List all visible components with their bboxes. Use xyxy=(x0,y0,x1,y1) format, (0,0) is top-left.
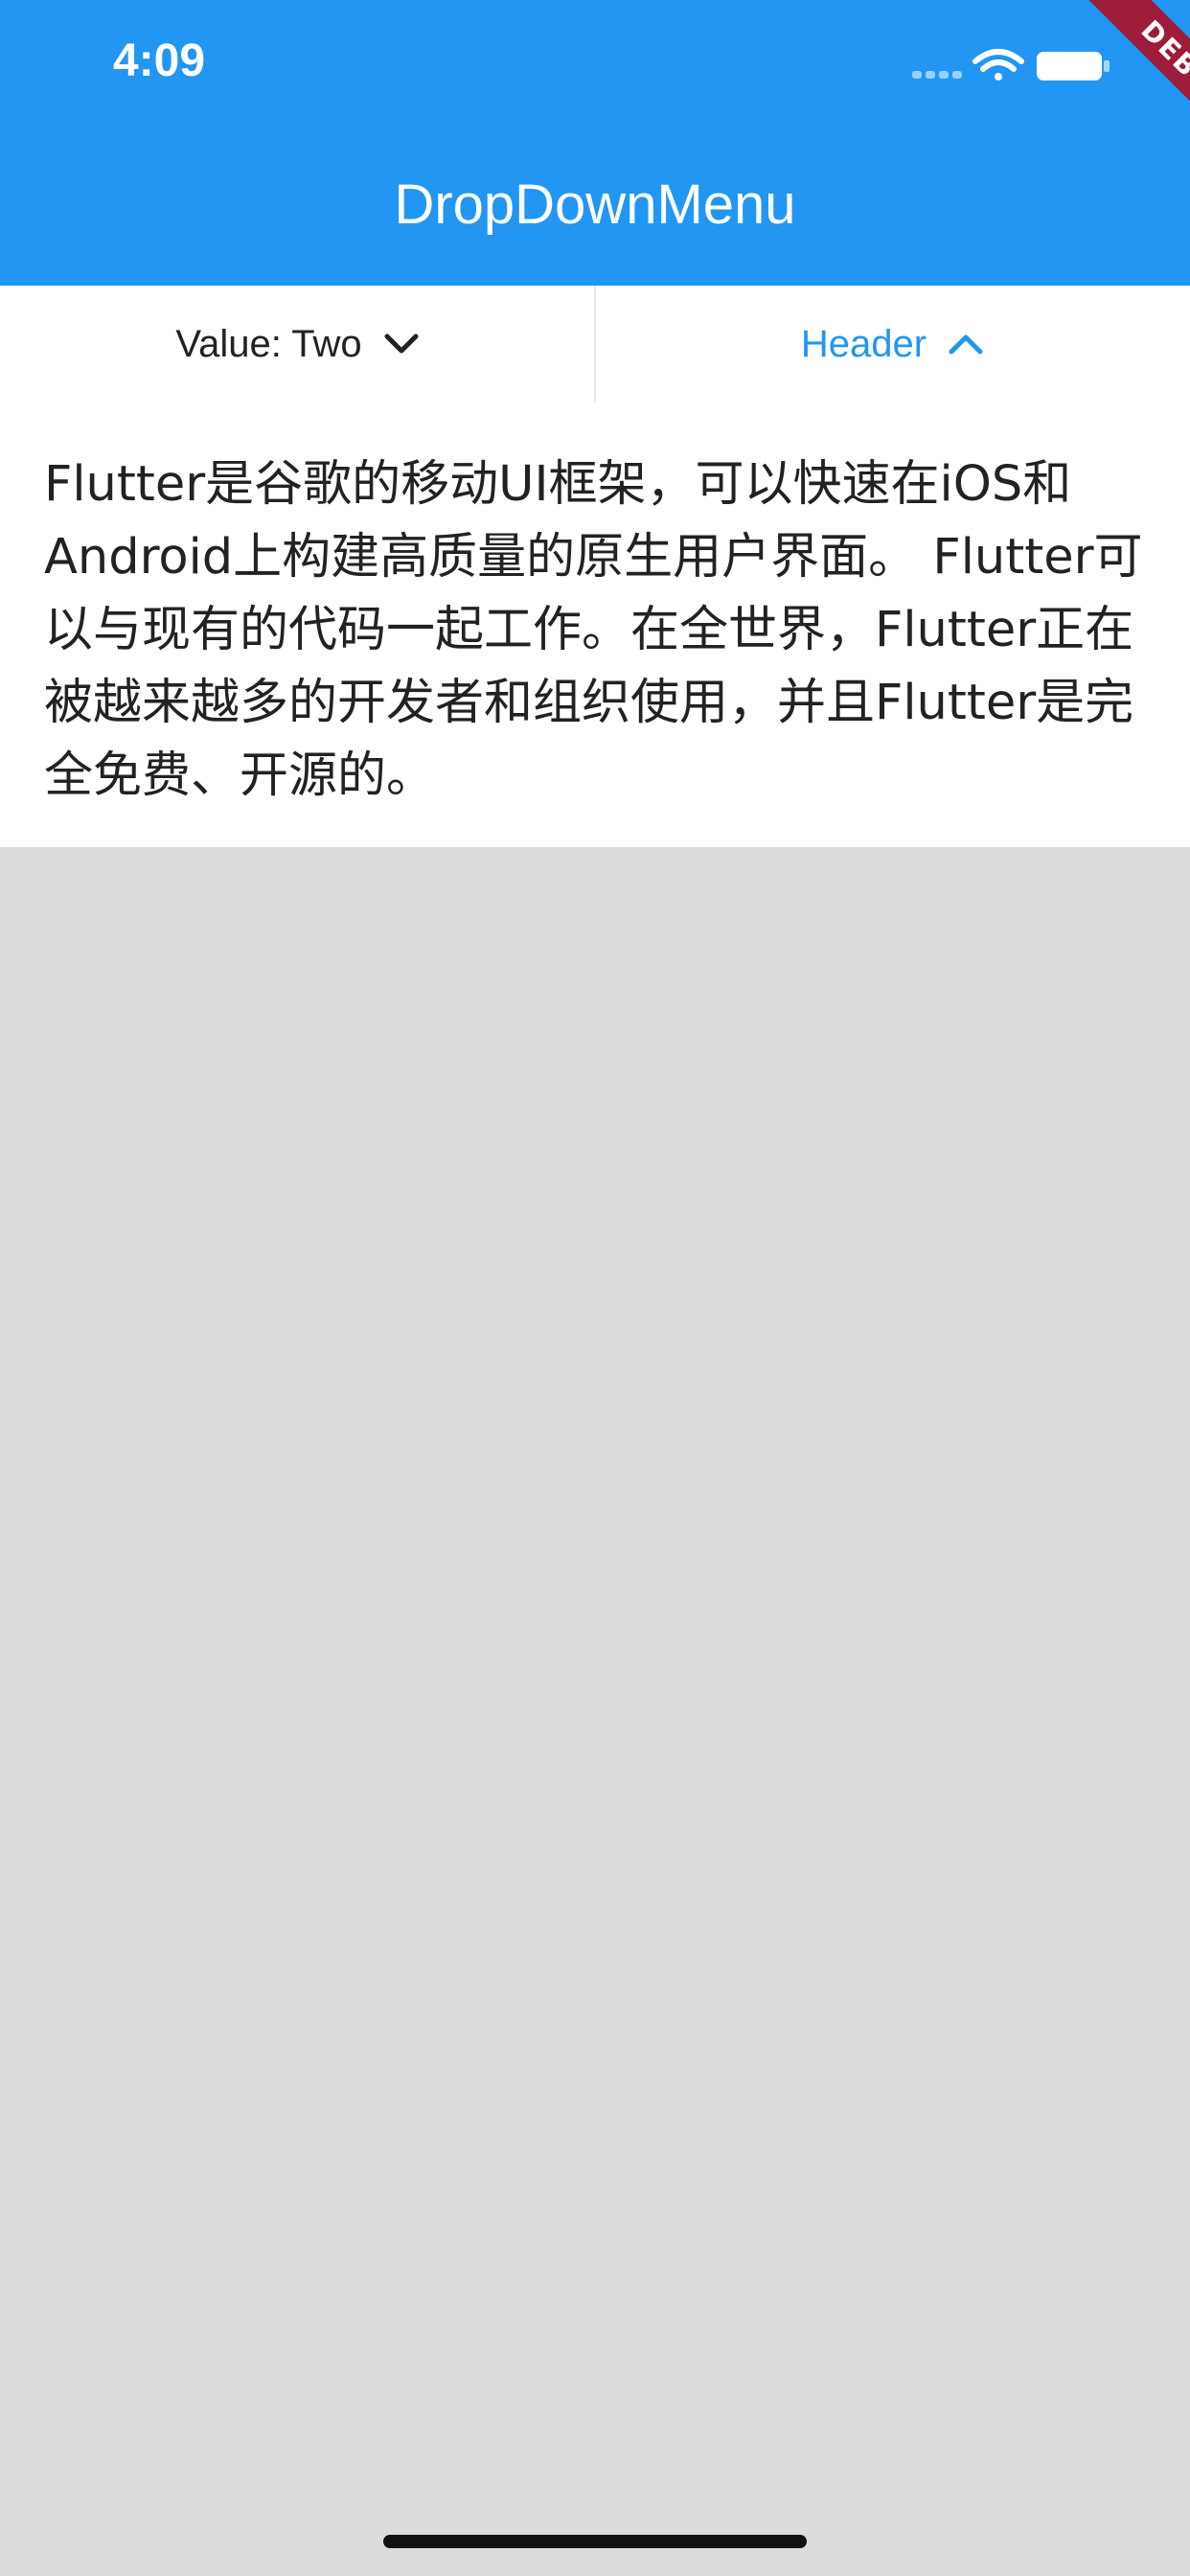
value-dropdown-label: Value: Two xyxy=(175,322,362,365)
dropdown-menu-bar: Value: Two Header xyxy=(0,286,1190,402)
header-dropdown-label: Header xyxy=(800,322,927,365)
home-indicator[interactable] xyxy=(383,2535,807,2548)
app-title: DropDownMenu xyxy=(394,173,796,236)
debug-banner: DEBUG xyxy=(1008,0,1190,182)
chevron-up-icon xyxy=(949,334,983,355)
header-dropdown-tab[interactable]: Header xyxy=(595,286,1190,402)
value-dropdown-tab[interactable]: Value: Two xyxy=(0,286,595,402)
status-time: 4:09 xyxy=(113,35,206,86)
app-bar: 4:09 DropDownMenu DEBUG xyxy=(0,0,1190,286)
dropdown-content-panel: Flutter是谷歌的移动UI框架，可以快速在iOS和Android上构建高质量… xyxy=(0,402,1190,847)
debug-label: DEBUG xyxy=(1068,0,1190,182)
signal-icon xyxy=(912,71,962,79)
chevron-down-icon xyxy=(384,334,419,354)
content-text: Flutter是谷歌的移动UI框架，可以快速在iOS和Android上构建高质量… xyxy=(44,456,1143,804)
